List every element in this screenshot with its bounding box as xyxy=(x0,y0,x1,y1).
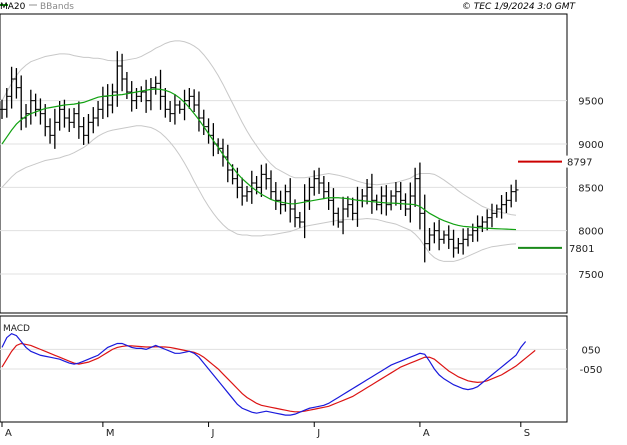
macd-title: MACD xyxy=(3,324,30,334)
ma-legend-label: MA20 xyxy=(0,2,26,12)
copyright-text: © TEC 1/9/2024 3:0 GMT xyxy=(462,2,577,12)
price-tick-label: 9500 xyxy=(578,97,603,108)
price-tick-label: 8500 xyxy=(578,183,603,194)
x-tick-label: S xyxy=(524,428,530,439)
x-tick-label: M xyxy=(106,428,115,439)
price-panel xyxy=(0,13,568,314)
macd-tick-label: 050 xyxy=(581,345,600,356)
header: MA20 BBands © TEC 1/9/2024 3:0 GMT xyxy=(0,2,576,12)
macd-tick-label: -050 xyxy=(580,365,603,376)
macd-y-axis: 050 -050 xyxy=(580,345,603,376)
x-tick-label: A xyxy=(423,428,430,439)
price-level-label: 7801 xyxy=(569,244,594,255)
chart-svg: MA20 BBands © TEC 1/9/2024 3:0 GMT 7500 8… xyxy=(0,2,604,439)
chart-root: MA20 BBands © TEC 1/9/2024 3:0 GMT 7500 8… xyxy=(0,0,627,440)
x-axis: AMJJAS xyxy=(1,422,530,439)
price-level-label: 8797 xyxy=(567,158,592,169)
price-tick-label: 8000 xyxy=(578,227,603,238)
x-tick-label: J xyxy=(316,428,320,439)
bbands-legend-label: BBands xyxy=(40,2,74,12)
x-tick-label: J xyxy=(211,428,215,439)
x-tick-label: A xyxy=(5,428,12,439)
price-tick-label: 7500 xyxy=(578,270,603,281)
price-tick-label: 9000 xyxy=(578,140,603,151)
